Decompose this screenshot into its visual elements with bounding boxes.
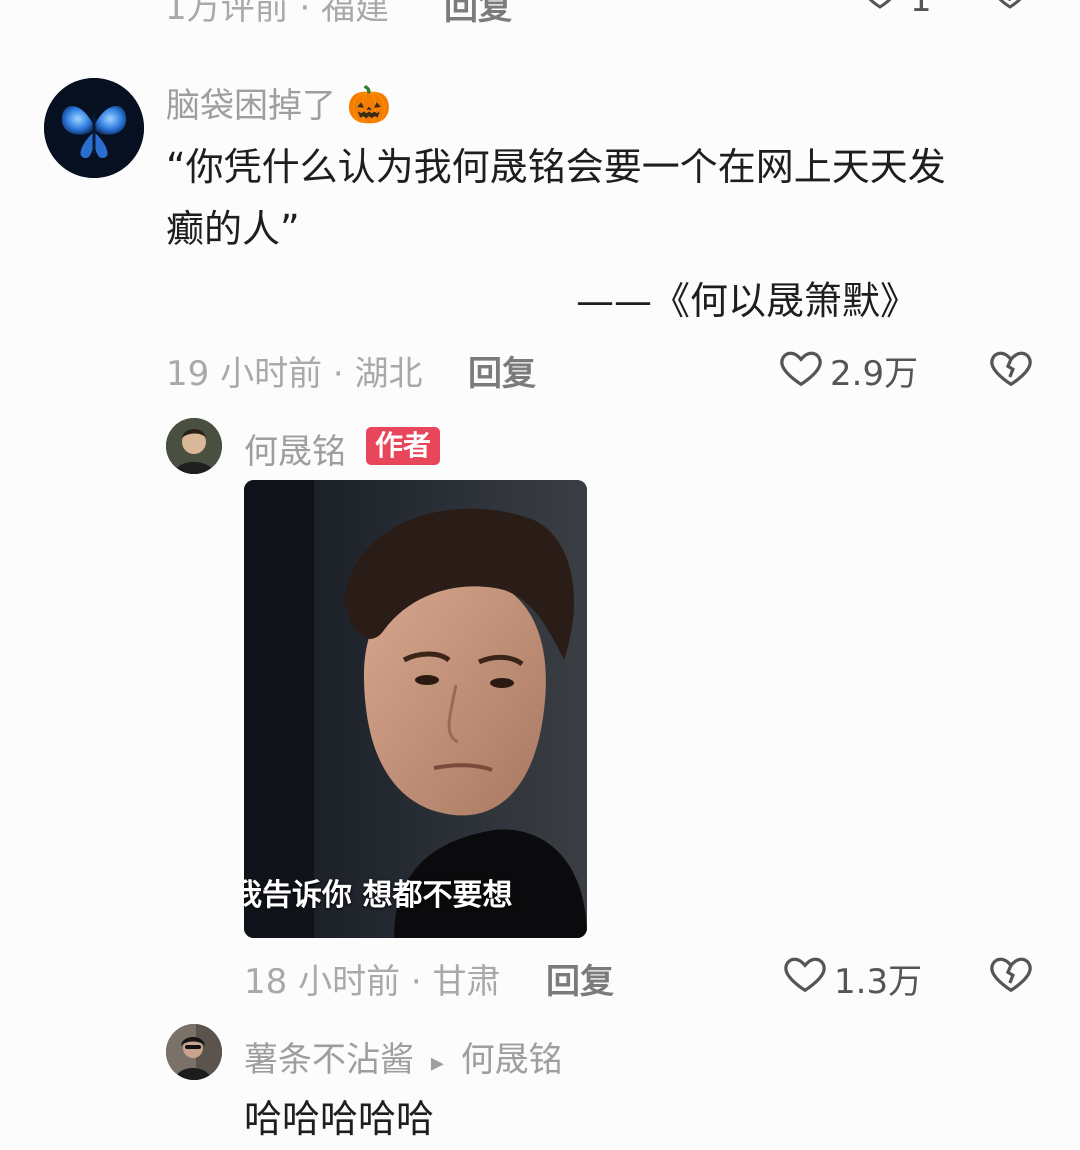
- sub-reply-text: 哈哈哈哈哈: [244, 1097, 435, 1141]
- heart-icon[interactable]: [782, 950, 828, 996]
- video-subtitle: 我告诉你 想都不要想: [244, 870, 587, 914]
- sub-reply-header: 薯条不沾酱 ▸ 何晟铭: [244, 1032, 563, 1081]
- reply-button[interactable]: 回复: [468, 346, 536, 395]
- person-icon: [166, 1024, 222, 1080]
- sub-reply-username[interactable]: 薯条不沾酱: [244, 1040, 414, 1080]
- like-count: 2.9万: [830, 354, 919, 394]
- comment-text: “你凭什么认为我何晟铭会要一个在网上天天发 癫的人”: [166, 136, 1046, 260]
- author-username[interactable]: 何晟铭: [244, 424, 346, 473]
- reply-meta: 18 小时前 · 甘肃: [244, 962, 501, 1002]
- butterfly-icon: [44, 78, 144, 178]
- broken-heart-icon[interactable]: [988, 950, 1034, 996]
- heart-icon[interactable]: [778, 344, 824, 390]
- comment-username[interactable]: 脑袋困掉了 🎃: [166, 78, 392, 127]
- broken-heart-icon[interactable]: [988, 344, 1034, 390]
- pumpkin-emoji: 🎃: [346, 85, 392, 126]
- heart-icon[interactable]: [860, 0, 900, 12]
- comment-text-line: “你凭什么认为我何晟铭会要一个在网上天天发: [166, 145, 946, 189]
- author-avatar[interactable]: [166, 418, 222, 474]
- comment-attribution: ——《何以晟箫默》: [576, 279, 919, 323]
- comment-meta: 19 小时前 · 湖北: [166, 354, 423, 394]
- sub-reply-avatar[interactable]: [166, 1024, 222, 1080]
- reply-arrow-icon: ▸: [430, 1048, 444, 1078]
- avatar[interactable]: [44, 78, 144, 178]
- top-like-count: 1: [910, 0, 932, 20]
- reply-target-username[interactable]: 何晟铭: [461, 1040, 563, 1080]
- reply-image[interactable]: 我告诉你 想都不要想: [244, 480, 587, 938]
- author-badge: 作者: [366, 427, 441, 465]
- comment-text-line: 癫的人”: [166, 207, 300, 251]
- broken-heart-icon[interactable]: [990, 0, 1030, 12]
- username-text: 脑袋困掉了: [166, 86, 336, 126]
- person-icon: [166, 418, 222, 474]
- top-reply-button[interactable]: 回复: [444, 0, 512, 29]
- like-count: 1.3万: [834, 962, 923, 1002]
- top-comment-meta: 1万评前 · 福建: [165, 0, 390, 28]
- reply-button[interactable]: 回复: [546, 954, 614, 1003]
- subtitle-text: 我告诉你 想都不要想: [244, 878, 513, 913]
